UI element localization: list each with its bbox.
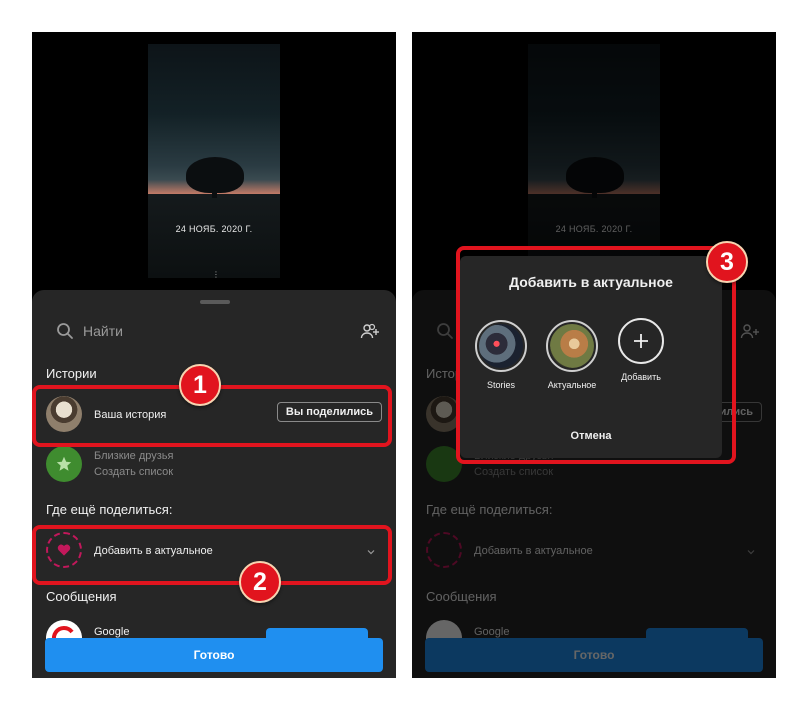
search-icon <box>57 323 73 339</box>
close-friends-row[interactable]: Близкие друзья Создать список <box>46 446 382 486</box>
story-preview: 24 НОЯБ. 2020 Г. ⋮ <box>148 44 280 278</box>
sheet-drag-handle[interactable] <box>200 300 230 304</box>
share-elsewhere-title: Где ещё поделиться: <box>46 502 173 517</box>
preview-tree-trunk <box>212 184 217 198</box>
search-row[interactable]: Найти <box>56 320 380 342</box>
callout-frame-2 <box>32 525 392 585</box>
preview-ground <box>148 194 280 278</box>
stories-section-title: Истории <box>46 366 97 381</box>
star-icon <box>56 456 72 471</box>
add-people-icon[interactable] <box>360 321 380 341</box>
callout-badge-3: 3 <box>706 241 748 283</box>
close-friends-avatar <box>46 446 82 482</box>
google-contact-label: Google <box>94 626 130 638</box>
more-dots-icon[interactable]: ⋮ <box>212 270 220 278</box>
messages-section-title: Сообщения <box>46 589 117 604</box>
close-friends-label: Близкие друзья <box>94 450 174 462</box>
create-list-label[interactable]: Создать список <box>94 466 173 478</box>
story-date: 24 НОЯБ. 2020 Г. <box>175 224 253 234</box>
callout-badge-2: 2 <box>239 561 281 603</box>
callout-badge-1: 1 <box>179 364 221 406</box>
share-sheet: Найти Истории Ваша история Вы поделились… <box>32 290 396 678</box>
search-input[interactable]: Найти <box>83 323 123 339</box>
callout-frame-3 <box>456 246 736 464</box>
done-button[interactable]: Готово <box>45 638 383 672</box>
